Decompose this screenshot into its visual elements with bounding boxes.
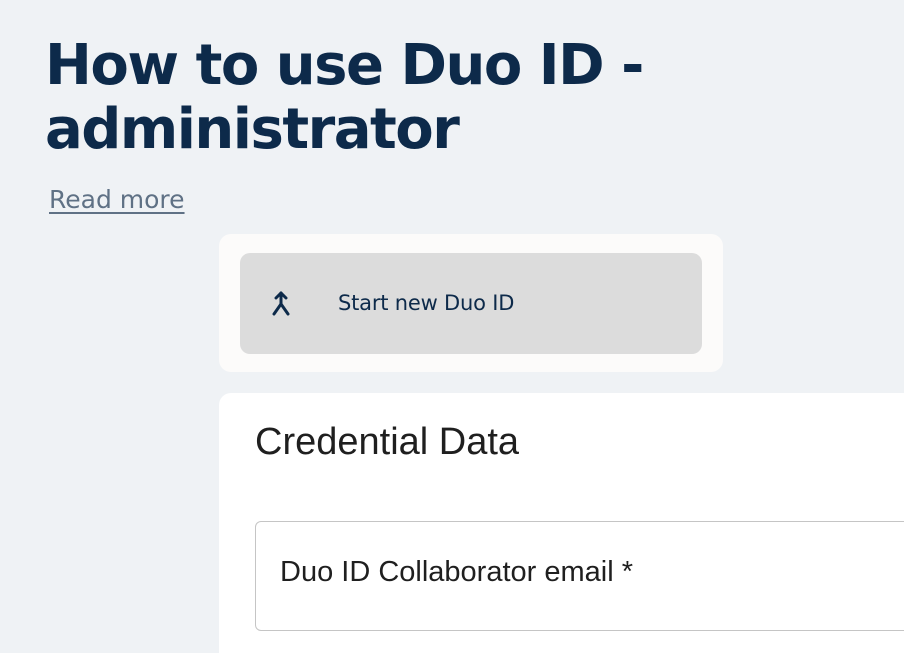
email-field-label: Duo ID Collaborator email * (280, 556, 633, 588)
merge-icon (270, 291, 294, 317)
section-title: Credential Data (255, 421, 520, 463)
page-title: How to use Duo ID - administrator (45, 33, 644, 162)
start-action-card: Start new Duo ID (219, 234, 723, 372)
start-button-label: Start new Duo ID (338, 291, 515, 315)
credential-data-card: Credential Data Duo ID Collaborator emai… (219, 393, 904, 653)
collaborator-email-field[interactable]: Duo ID Collaborator email * (255, 521, 904, 631)
read-more-link[interactable]: Read more (49, 184, 185, 216)
start-new-duo-id-button[interactable]: Start new Duo ID (240, 253, 702, 354)
